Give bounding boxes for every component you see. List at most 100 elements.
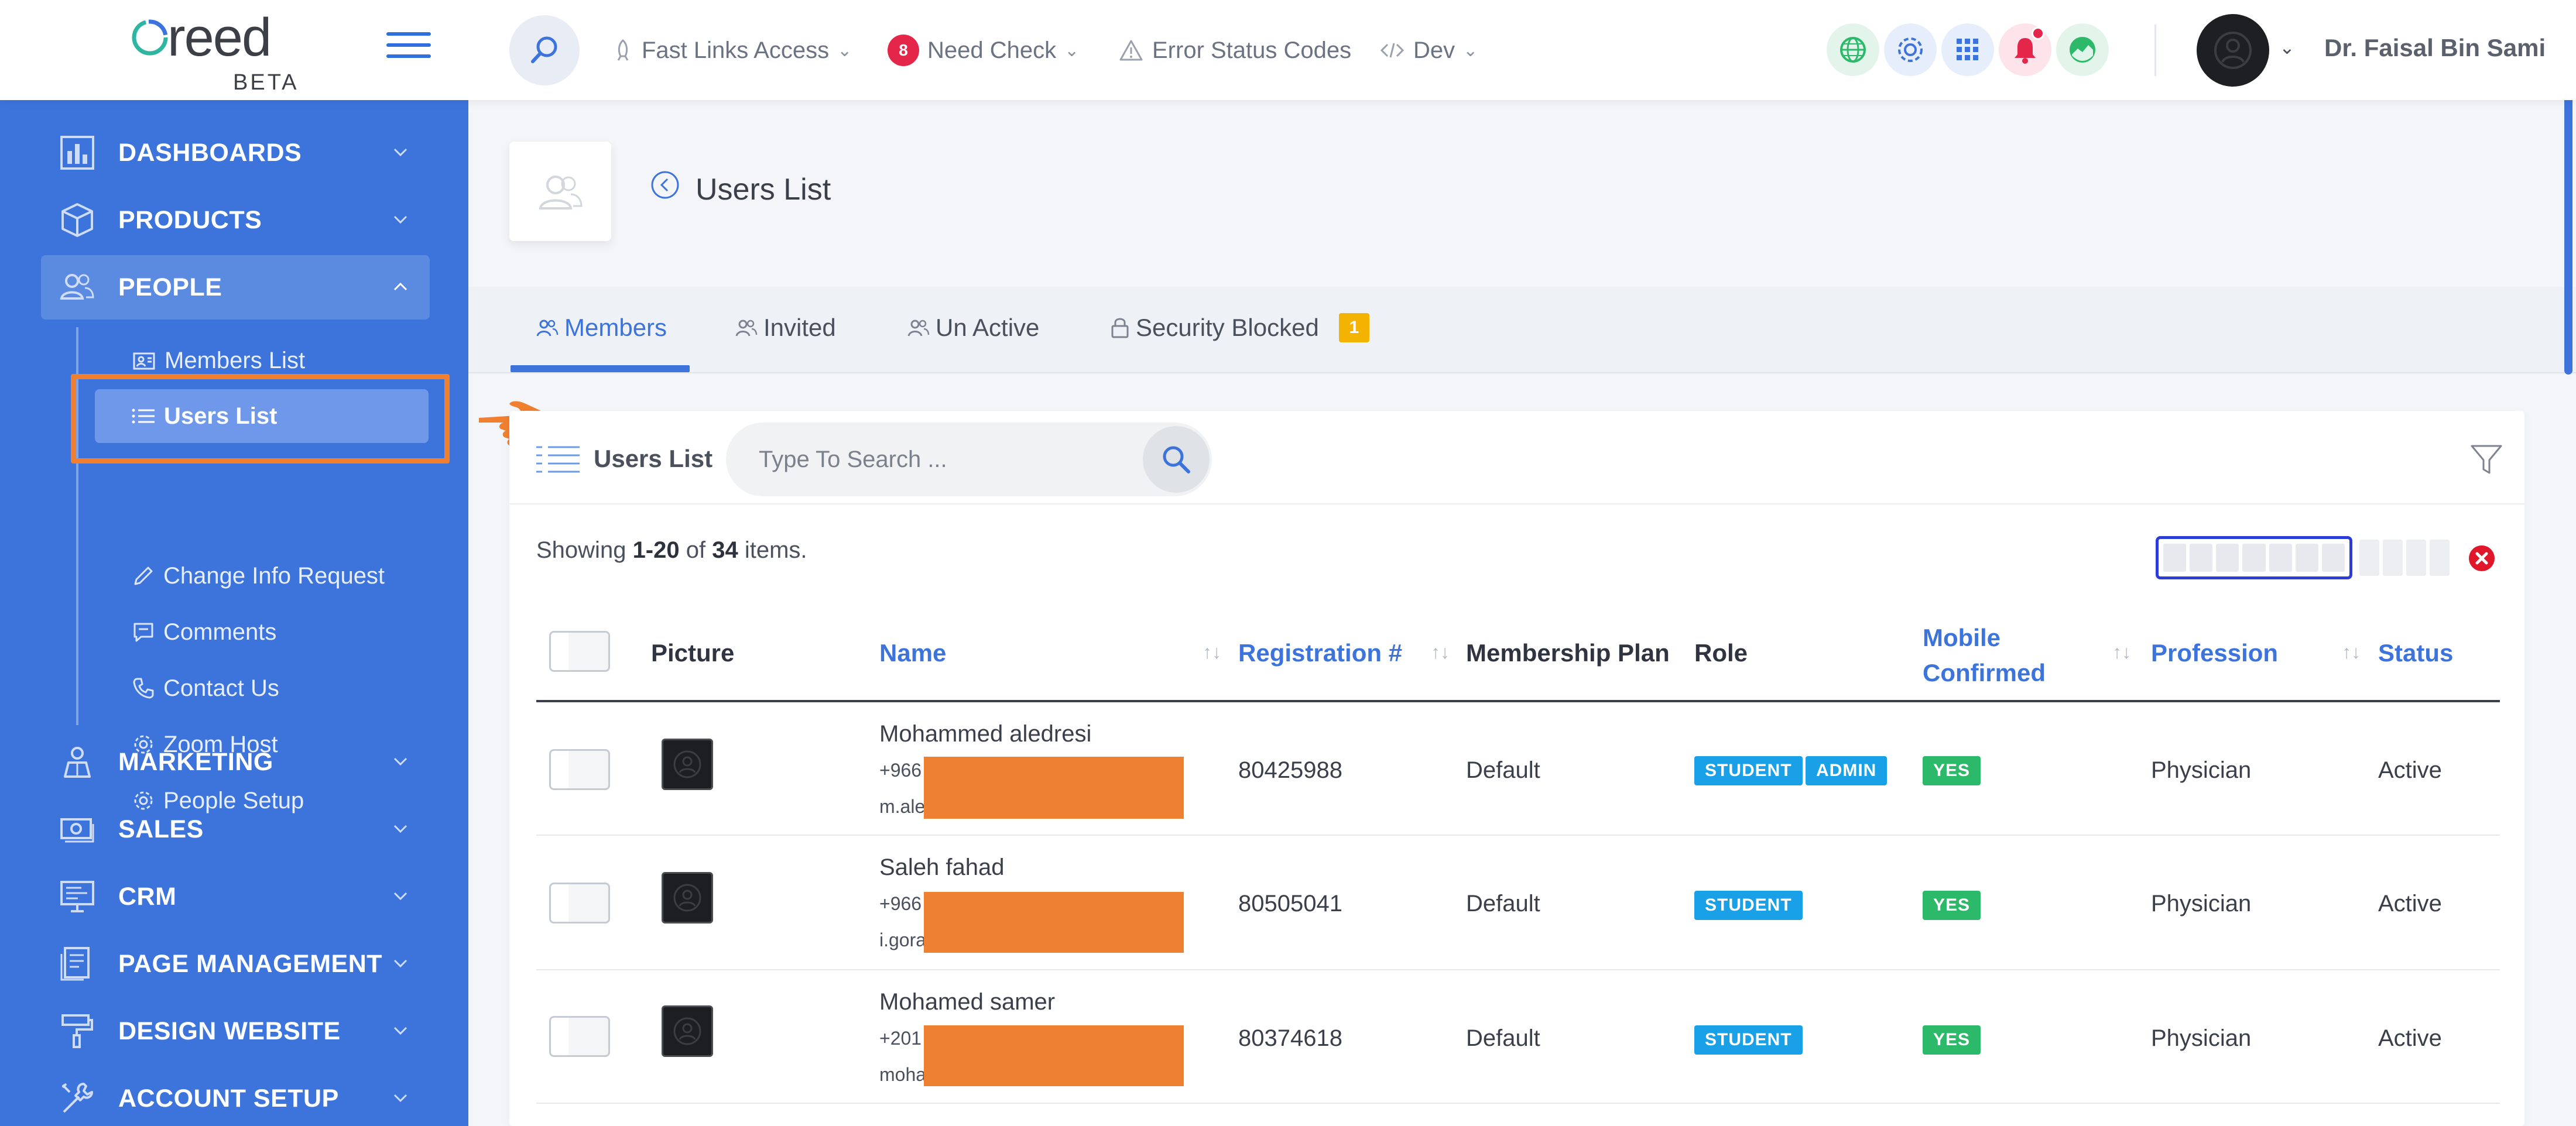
list-icon: [536, 446, 580, 473]
page-size-selector[interactable]: [2156, 536, 2352, 579]
status-button[interactable]: [2056, 23, 2109, 76]
column-header-profession[interactable]: Profession: [2151, 639, 2278, 667]
chevron-down-icon: [393, 959, 407, 968]
redaction-overlay: [924, 1025, 1184, 1086]
apps-button[interactable]: [1941, 23, 1994, 76]
sidebar-section-page-management[interactable]: PAGE MANAGEMENT: [41, 932, 430, 996]
tab-invited[interactable]: Invited: [734, 307, 836, 348]
sidebar-item-change-info-request[interactable]: Change Info Request: [132, 555, 385, 596]
status-cell: Active: [2378, 757, 2442, 783]
user-menu-chevron-icon[interactable]: ⌄: [2279, 36, 2295, 59]
money-icon: [54, 806, 101, 853]
logo[interactable]: reed BETA: [129, 11, 304, 94]
column-header-mobile-confirmed[interactable]: Mobile Confirmed: [1923, 620, 2046, 691]
sidebar-section-sales[interactable]: SALES: [41, 797, 430, 861]
table-header-divider: [536, 700, 2500, 702]
user-avatar[interactable]: [2197, 14, 2269, 87]
nav-error-codes-label: Error Status Codes: [1152, 37, 1352, 63]
filter-icon[interactable]: [2469, 442, 2503, 476]
row-checkbox[interactable]: [549, 883, 610, 924]
sidebar-section-marketing[interactable]: MARKETING: [41, 730, 430, 794]
sidebar-item-comments[interactable]: Comments: [132, 612, 276, 653]
notifications-button[interactable]: [1999, 23, 2051, 76]
user-name-cell[interactable]: Mohammed aledresi: [879, 721, 1091, 747]
tab-security-blocked[interactable]: Security Blocked 1: [1110, 307, 1369, 348]
nav-dev-label: Dev: [1413, 37, 1455, 63]
clear-filters-button[interactable]: [2465, 542, 2498, 575]
table-search-input[interactable]: [759, 442, 1122, 476]
sidebar-section-design-website[interactable]: DESIGN WEBSITE: [41, 999, 430, 1063]
sidebar-item-label: Comments: [163, 619, 277, 645]
security-blocked-count-badge: 1: [1338, 313, 1369, 342]
sidebar-item-label: Members List: [165, 347, 306, 373]
nav-need-check[interactable]: 8 Need Check ⌄: [888, 34, 1079, 67]
chevron-up-icon: [393, 282, 407, 291]
globe-button[interactable]: [1827, 23, 1879, 76]
tab-members[interactable]: Members: [535, 307, 667, 348]
column-header-picture: Picture: [651, 639, 735, 667]
settings-button[interactable]: [1884, 23, 1937, 76]
tab-label: Security Blocked: [1136, 314, 1319, 341]
user-picture: [662, 872, 713, 924]
row-checkbox[interactable]: [549, 1016, 610, 1057]
nav-dev[interactable]: Dev ⌄: [1379, 34, 1478, 67]
nav-fast-links[interactable]: Fast Links Access ⌄: [612, 34, 852, 67]
column-header-membership-plan: Membership Plan: [1466, 639, 1670, 667]
registration-cell: 80505041: [1238, 891, 1342, 916]
back-arrow-icon[interactable]: [650, 170, 680, 200]
pagination-summary: Showing 1-20 of 34 items.: [536, 537, 807, 564]
row-checkbox[interactable]: [549, 749, 610, 790]
sort-icon[interactable]: ↑↓: [2112, 641, 2131, 663]
registration-cell: 80374618: [1238, 1025, 1342, 1051]
chevron-down-icon: [393, 148, 407, 157]
user-email-cell: moha: [879, 1064, 927, 1085]
role-badge-student: STUDENT: [1694, 1025, 1803, 1055]
users-icon: [539, 176, 583, 210]
user-icon: [2214, 32, 2252, 69]
select-all-checkbox[interactable]: [549, 631, 610, 672]
list-icon: [132, 408, 155, 424]
profession-cell: Physician: [2151, 891, 2252, 916]
menu-toggle-icon[interactable]: [386, 32, 431, 64]
tab-un-active[interactable]: Un Active: [906, 307, 1039, 348]
column-header-status[interactable]: Status: [2378, 639, 2453, 667]
user-picture: [662, 739, 713, 790]
user-icon: [673, 750, 701, 778]
table-search-button[interactable]: [1143, 426, 1210, 493]
chevron-down-icon: ⌄: [837, 40, 852, 60]
nav-error-codes[interactable]: Error Status Codes: [1118, 34, 1351, 67]
column-header-name[interactable]: Name: [879, 639, 946, 667]
sidebar-item-members-list[interactable]: Members List: [132, 340, 305, 381]
user-name-cell[interactable]: Saleh fahad: [879, 854, 1005, 881]
column-header-registration[interactable]: Registration #: [1238, 639, 1402, 667]
close-circle-icon: [2469, 545, 2495, 571]
sidebar-section-label: DESIGN WEBSITE: [118, 1017, 341, 1045]
sidebar-item-contact-us[interactable]: Contact Us: [132, 668, 279, 709]
role-badge-student: STUDENT: [1694, 891, 1803, 920]
tab-label: Invited: [763, 314, 836, 341]
sidebar-section-crm[interactable]: CRM: [41, 864, 430, 929]
box-icon: [54, 197, 101, 243]
sort-icon[interactable]: ↑↓: [2342, 641, 2361, 663]
sidebar-section-dashboards[interactable]: DASHBOARDS: [41, 121, 430, 185]
mobile-confirmed-badge: YES: [1923, 756, 1981, 785]
submenu-guide-line: [76, 327, 78, 725]
user-name-cell[interactable]: Mohamed samer: [879, 989, 1055, 1015]
people-icon: [54, 264, 101, 311]
global-search-button[interactable]: [509, 15, 580, 85]
sidebar-section-products[interactable]: PRODUCTS: [41, 188, 430, 252]
chevron-down-icon: ⌄: [1064, 40, 1080, 60]
user-name[interactable]: Dr. Faisal Bin Sami: [2324, 34, 2546, 62]
chevron-down-icon: [393, 757, 407, 766]
user-picture: [662, 1005, 713, 1057]
top-bar: reed BETA Fast Links Access ⌄ 8 Need Che…: [0, 0, 2576, 100]
tab-label: Members: [564, 314, 667, 341]
sidebar-section-people[interactable]: PEOPLE: [41, 255, 430, 320]
showing-prefix: Showing: [536, 537, 626, 563]
sidebar-section-account-setup[interactable]: ACCOUNT SETUP: [41, 1066, 430, 1126]
chevron-down-icon: [393, 215, 407, 224]
sort-icon[interactable]: ↑↓: [1203, 641, 1221, 663]
sort-icon[interactable]: ↑↓: [1431, 641, 1450, 663]
sidebar-item-users-list[interactable]: Users List: [95, 389, 429, 443]
user-email-cell: i.gora: [879, 929, 927, 950]
